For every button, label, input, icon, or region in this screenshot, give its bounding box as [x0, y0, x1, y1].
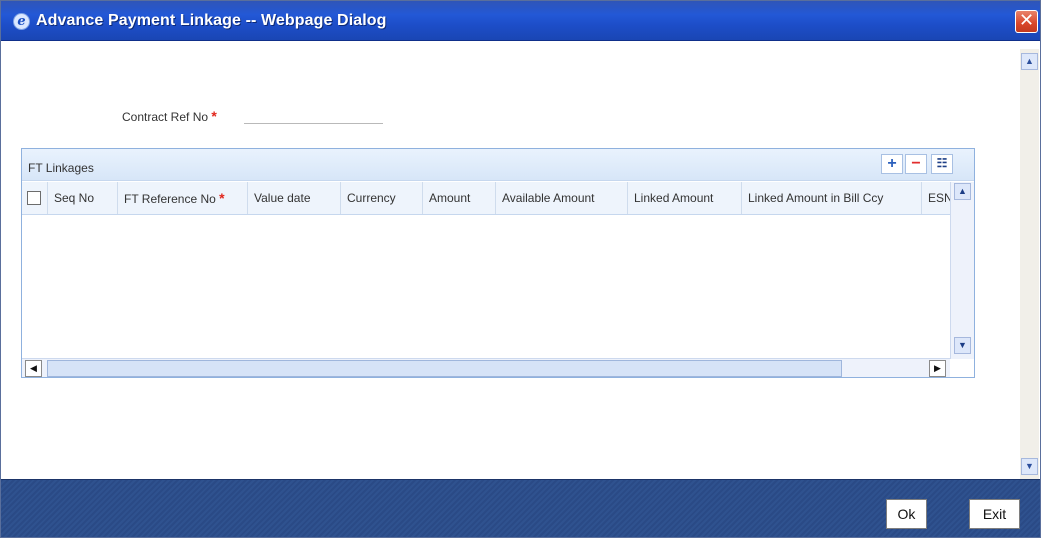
grid-horizontal-scrollbar[interactable]: ◀ ▶ — [22, 358, 950, 377]
exit-button[interactable]: Exit — [969, 499, 1020, 529]
column-header-row: Seq No FT Reference No * Value date Curr… — [22, 182, 950, 215]
grid-scroll-down-icon[interactable]: ▼ — [954, 337, 971, 354]
add-row-button[interactable]: + — [881, 154, 903, 174]
dialog-footer: Ok Exit — [1, 479, 1040, 537]
contract-ref-label: Contract Ref No — [122, 110, 209, 124]
col-linked-amount-bill-ccy[interactable]: Linked Amount in Bill Ccy — [742, 182, 922, 214]
grid-scroll-left-icon[interactable]: ◀ — [25, 360, 42, 377]
grid-title: FT Linkages — [28, 161, 94, 175]
title-bar: e Advance Payment Linkage -- Webpage Dia… — [1, 1, 1040, 41]
select-all-checkbox[interactable] — [27, 191, 41, 205]
close-button[interactable]: ✕ — [1015, 10, 1038, 33]
col-linked-amount[interactable]: Linked Amount — [628, 182, 742, 214]
contract-ref-input[interactable] — [244, 108, 383, 124]
dialog-window: e Advance Payment Linkage -- Webpage Dia… — [0, 0, 1041, 538]
delete-row-button[interactable]: − — [905, 154, 927, 174]
col-value-date[interactable]: Value date — [248, 182, 341, 214]
grid-header: FT Linkages + − ☷ — [22, 149, 974, 181]
ft-linkages-grid: FT Linkages + − ☷ Seq No FT Reference No… — [21, 148, 975, 378]
scroll-up-icon[interactable]: ▲ — [1021, 53, 1038, 70]
grid-horizontal-scroll-thumb[interactable] — [47, 360, 842, 377]
ok-button[interactable]: Ok — [886, 499, 927, 529]
single-view-button[interactable]: ☷ — [931, 154, 953, 174]
scroll-down-icon[interactable]: ▼ — [1021, 458, 1038, 475]
page-vertical-scrollbar[interactable]: ▲ ▼ — [1020, 49, 1039, 479]
col-currency[interactable]: Currency — [341, 182, 423, 214]
col-ft-reference-no[interactable]: FT Reference No * — [118, 182, 248, 214]
ie-logo-icon: e — [13, 13, 30, 30]
dialog-title: Advance Payment Linkage -- Webpage Dialo… — [36, 12, 387, 29]
col-esn[interactable]: ESN — [922, 182, 950, 214]
contract-ref-label-wrap: Contract Ref No * — [122, 108, 217, 124]
col-available-amount[interactable]: Available Amount — [496, 182, 628, 214]
col-amount[interactable]: Amount — [423, 182, 496, 214]
grid-vertical-scrollbar[interactable]: ▲ ▼ — [950, 182, 974, 359]
col-seq-no[interactable]: Seq No — [48, 182, 118, 214]
grid-scroll-right-icon[interactable]: ▶ — [929, 360, 946, 377]
grid-scroll-up-icon[interactable]: ▲ — [954, 183, 971, 200]
required-mark: * — [211, 108, 217, 124]
col-ft-reference-no-label: FT Reference No — [124, 192, 216, 206]
required-mark: * — [219, 190, 225, 206]
select-all-cell — [22, 182, 48, 214]
